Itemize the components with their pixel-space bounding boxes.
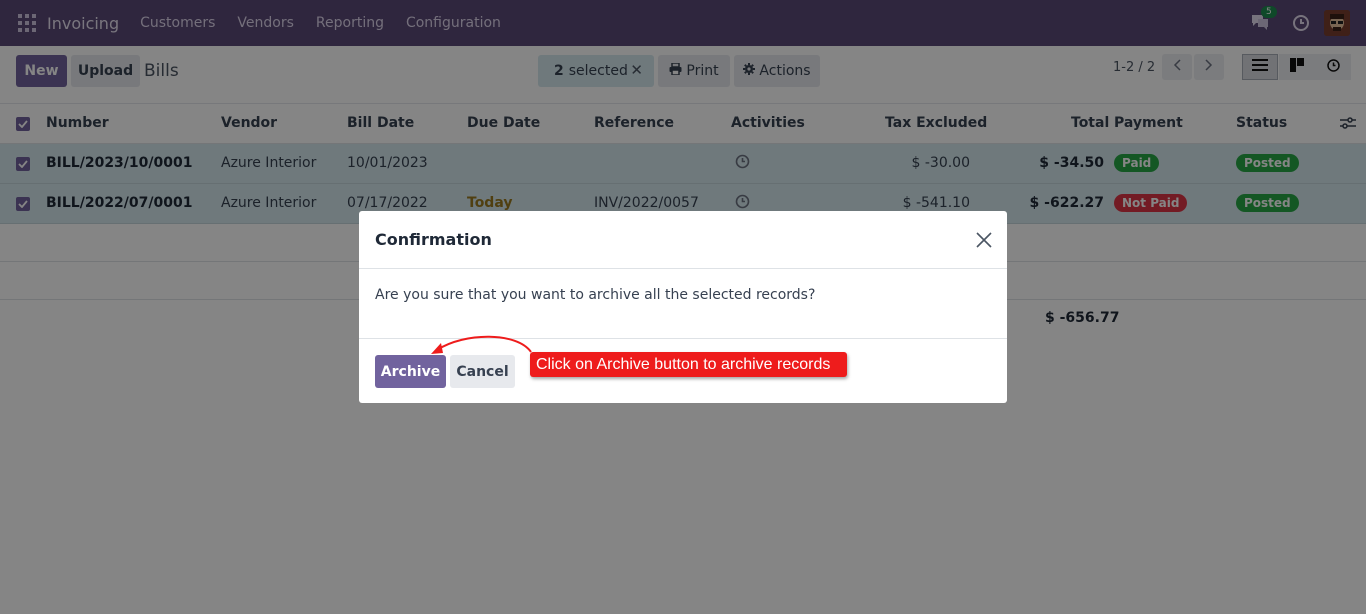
dialog-header: Confirmation	[359, 211, 1007, 269]
annotation-arrow	[431, 335, 532, 354]
dialog-message: Are you sure that you want to archive al…	[375, 287, 816, 303]
close-icon[interactable]	[975, 231, 993, 249]
dialog-title: Confirmation	[375, 230, 492, 249]
annotation-callout: Click on Archive button to archive recor…	[530, 352, 847, 377]
